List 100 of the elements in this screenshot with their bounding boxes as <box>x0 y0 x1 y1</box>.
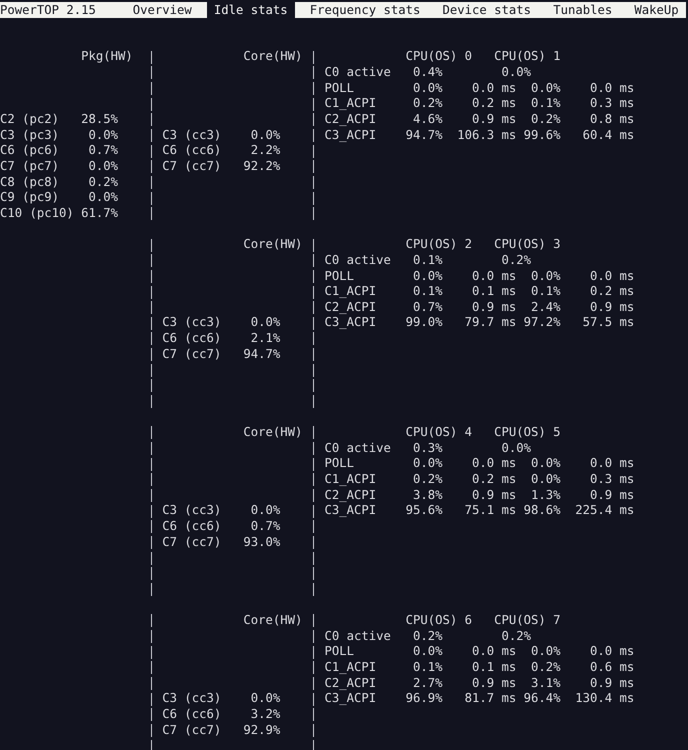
residency-percent: 0.7% <box>412 300 442 316</box>
residency-percent: 0.0% <box>530 268 560 284</box>
residency-percent: 0.0% <box>412 456 442 472</box>
residency-percent: 97.2% <box>524 315 560 332</box>
average-time: 0.2 ms <box>472 472 516 488</box>
average-time: 0.9 ms <box>472 488 516 504</box>
residency-percent: 0.1% <box>412 252 442 269</box>
state-name: C7 (cc7) <box>162 346 222 361</box>
average-time: 0.0 ms <box>590 456 634 472</box>
residency-percent: 2.7% <box>412 676 442 692</box>
state-value: 3.2% <box>250 706 280 723</box>
residency-percent: 99.6% <box>524 128 560 144</box>
state-value: 92.2% <box>243 158 280 175</box>
average-time: 0.0 ms <box>590 268 634 284</box>
state-name: C2_ACPI <box>324 488 376 502</box>
state-name: C6 (cc6) <box>162 143 222 158</box>
average-time: 0.9 ms <box>590 488 634 504</box>
average-time: 0.0 ms <box>472 644 516 660</box>
average-time: 0.0 ms <box>472 456 516 472</box>
state-name: C8 (pc8) <box>0 174 60 189</box>
tab[interactable]: Overview <box>125 2 200 18</box>
cpu-header: CPU(OS) 7 <box>494 612 561 627</box>
state-name: C7 (pc7) <box>0 158 60 173</box>
state-value: 0.0% <box>88 128 118 144</box>
state-value: 0.0% <box>88 158 118 175</box>
residency-percent: 0.1% <box>412 660 442 676</box>
cpu-header: CPU(OS) 0 <box>406 49 472 64</box>
residency-percent: 94.7% <box>406 128 442 144</box>
average-time: 0.9 ms <box>472 676 516 692</box>
average-time: 0.9 ms <box>590 676 634 692</box>
average-time: 0.1 ms <box>472 284 516 300</box>
cpu-header: CPU(OS) 4 <box>406 425 472 440</box>
residency-percent: 0.0% <box>412 268 442 284</box>
average-time: 225.4 ms <box>575 503 634 520</box>
average-time: 130.4 ms <box>575 691 634 707</box>
average-time: 0.3 ms <box>590 96 634 112</box>
residency-percent: 1.3% <box>530 488 560 504</box>
residency-percent: 0.2% <box>412 96 442 112</box>
state-name: C3 (cc3) <box>162 128 222 142</box>
residency-percent: 3.8% <box>412 488 442 504</box>
state-value: 0.0% <box>250 315 280 332</box>
state-name: C6 (cc6) <box>162 706 222 721</box>
column-header: Core(HW) <box>243 49 302 65</box>
residency-percent: 0.0% <box>501 64 531 81</box>
state-name: C2_ACPI <box>324 676 376 690</box>
residency-percent: 0.3% <box>412 440 442 456</box>
tab[interactable]: WakeUp <box>626 2 686 18</box>
average-time: 0.0 ms <box>472 80 516 96</box>
residency-percent: 0.2% <box>501 252 531 269</box>
state-name: C6 (cc6) <box>162 519 222 534</box>
state-value: 0.0% <box>88 190 118 206</box>
state-name: C2 (pc2) <box>0 112 60 126</box>
column-header: Core(HW) <box>243 425 302 441</box>
state-name: C3 (cc3) <box>162 691 222 706</box>
state-value: 0.7% <box>88 143 118 159</box>
state-name: C7 (cc7) <box>162 722 222 737</box>
residency-percent: 0.2% <box>412 628 442 644</box>
residency-percent: 0.0% <box>530 472 560 488</box>
average-time: 60.4 ms <box>582 128 634 144</box>
state-value: 28.5% <box>81 112 118 128</box>
state-name: C1_ACPI <box>324 96 376 110</box>
residency-percent: 3.1% <box>530 676 560 692</box>
tab[interactable]: Tunables <box>546 2 620 18</box>
tab[interactable]: Idle stats <box>206 2 296 18</box>
residency-percent: 0.1% <box>530 284 560 300</box>
average-time: 0.9 ms <box>472 112 516 128</box>
column-header: Pkg(HW) <box>81 49 133 65</box>
state-name: C0 active <box>324 64 391 79</box>
state-name: C3 (pc3) <box>0 128 60 142</box>
residency-percent: 0.2% <box>412 472 442 488</box>
state-value: 92.9% <box>243 722 280 738</box>
cpu-header: CPU(OS) 3 <box>494 237 561 252</box>
state-name: C7 (cc7) <box>162 158 222 173</box>
average-time: 0.9 ms <box>590 300 634 316</box>
residency-percent: 0.0% <box>501 440 531 456</box>
state-name: C3 (cc3) <box>162 315 222 330</box>
residency-percent: 98.6% <box>524 503 560 520</box>
state-value: 0.0% <box>250 503 280 520</box>
residency-percent: 0.0% <box>530 644 560 660</box>
residency-percent: 95.6% <box>406 503 442 520</box>
column-header: Core(HW) <box>243 237 302 253</box>
average-time: 81.7 ms <box>464 691 516 707</box>
state-name: C3_ACPI <box>324 503 376 518</box>
cpu-header: CPU(OS) 5 <box>494 425 561 440</box>
cpu-header: CPU(OS) 2 <box>406 237 472 252</box>
tab[interactable]: Frequency stats <box>302 2 428 18</box>
state-value: 0.7% <box>250 519 280 535</box>
residency-percent: 0.0% <box>530 456 560 472</box>
state-value: 0.0% <box>250 691 280 707</box>
residency-percent: 0.0% <box>412 644 442 660</box>
state-name: C2_ACPI <box>324 300 376 314</box>
tab[interactable]: Device stats <box>435 2 538 18</box>
average-time: 0.3 ms <box>590 472 634 488</box>
average-time: 0.2 ms <box>472 96 516 112</box>
average-time: 75.1 ms <box>464 503 516 520</box>
state-name: POLL <box>324 456 354 470</box>
state-name: C0 active <box>324 440 391 455</box>
state-name: C3_ACPI <box>324 315 376 330</box>
state-name: C3 (cc3) <box>162 503 222 518</box>
state-name: C6 (cc6) <box>162 331 222 346</box>
